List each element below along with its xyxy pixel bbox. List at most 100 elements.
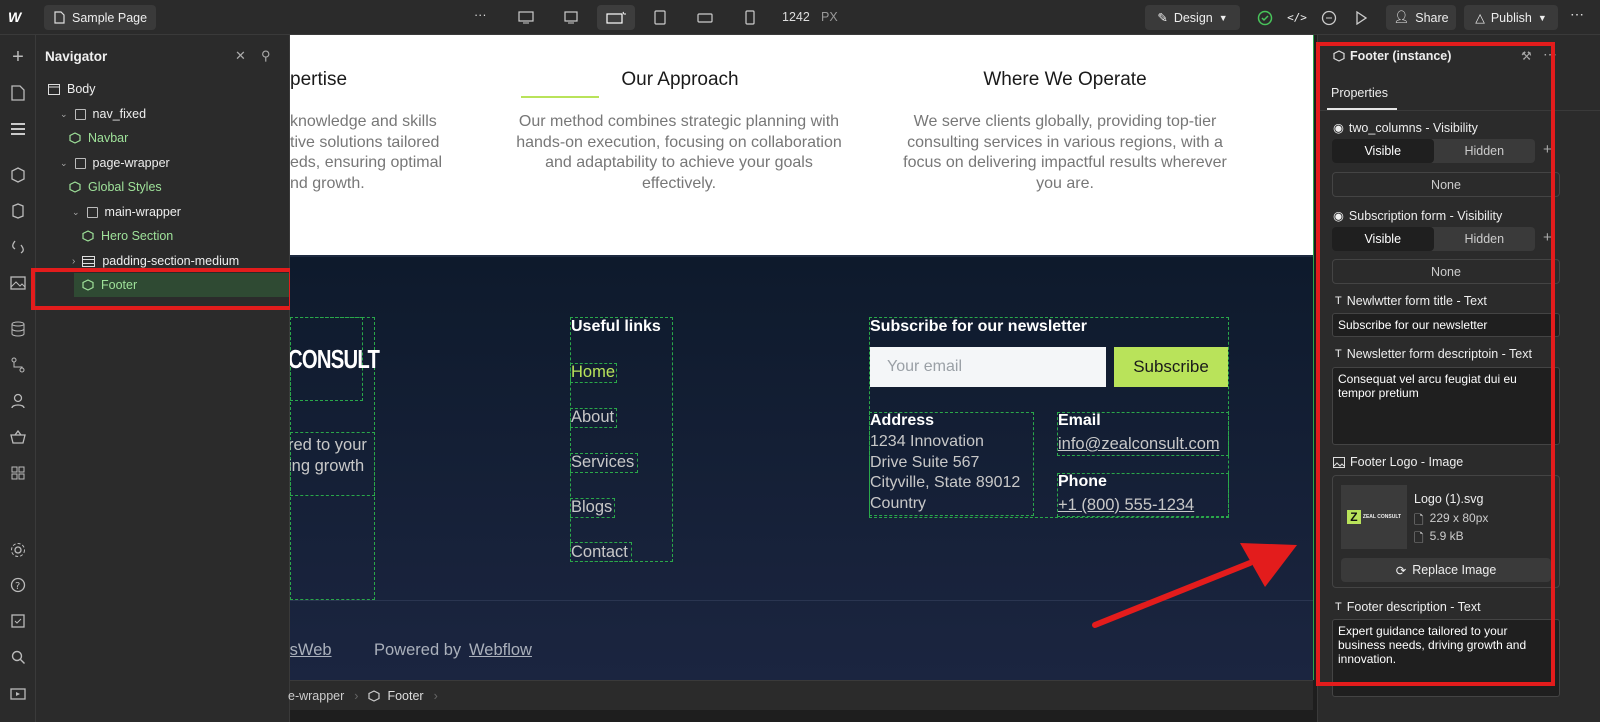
nav-item-main-wrapper[interactable]: ⌄ main-wrapper: [58, 200, 308, 224]
apps-icon[interactable]: [8, 463, 28, 483]
top-toolbar: W Sample Page ··· 1242 PX ✎ Design ▼ </>…: [0, 0, 1600, 35]
pin-icon[interactable]: ⚲: [261, 48, 271, 64]
ecommerce-icon[interactable]: [8, 427, 28, 447]
variables-icon[interactable]: [8, 237, 28, 257]
assets-icon[interactable]: [8, 201, 28, 221]
add-element-icon[interactable]: +: [8, 46, 28, 68]
settings-gear-icon[interactable]: [8, 540, 28, 560]
section-icon: [82, 255, 96, 267]
code-icon[interactable]: </>: [1286, 5, 1308, 30]
nav-item-label: Navbar: [88, 131, 129, 145]
newsletter-subscribe-button[interactable]: Subscribe: [1114, 347, 1228, 387]
check-status-icon[interactable]: [1254, 5, 1276, 30]
email-title: Email: [1058, 412, 1101, 429]
more-options-icon[interactable]: ···: [474, 8, 487, 22]
nav-item-page-wrapper[interactable]: ⌄ page-wrapper: [60, 151, 310, 175]
components-icon[interactable]: [8, 165, 28, 185]
footer-credit-link[interactable]: isWeb: [290, 641, 332, 660]
audit-checklist-icon[interactable]: [8, 611, 28, 631]
nav-item-label: Body: [67, 82, 96, 96]
address-text: 1234 Innovation Drive Suite 567 Cityvill…: [870, 432, 1020, 514]
nav-item-navbar[interactable]: Navbar: [69, 126, 319, 150]
component-icon: [82, 230, 94, 242]
tablet-breakpoint-icon[interactable]: [641, 5, 679, 30]
footer-link-home[interactable]: Home: [571, 363, 615, 382]
webflow-link[interactable]: Webflow: [469, 641, 532, 660]
footer-link-services[interactable]: Services: [571, 453, 634, 472]
component-icon: [368, 689, 381, 702]
address-line: 1234 Innovation: [870, 433, 984, 450]
breadcrumb-item[interactable]: e-wrapper: [288, 689, 344, 703]
div-block-icon: [86, 206, 98, 218]
footer-link-contact[interactable]: Contact: [571, 543, 628, 562]
rocket-icon: △: [1475, 11, 1485, 25]
users-icon[interactable]: [8, 391, 28, 411]
share-label: Share: [1415, 10, 1449, 25]
publish-button[interactable]: △ Publish ▼: [1464, 5, 1558, 30]
video-tutorials-icon[interactable]: [8, 683, 28, 703]
col1-desc-line: nd growth.: [290, 174, 365, 192]
col3-desc: We serve clients globally, providing top…: [903, 113, 1227, 192]
page-icon: [54, 11, 65, 24]
phone-title: Phone: [1058, 473, 1107, 490]
chevron-down-icon: ⌄: [60, 108, 68, 119]
chevron-down-icon: ⌄: [72, 206, 80, 217]
preview-play-icon[interactable]: [1350, 5, 1372, 30]
desktop-large-breakpoint-icon[interactable]: [507, 5, 545, 30]
chevron-right-icon: ›: [72, 255, 76, 267]
cms-icon[interactable]: [8, 319, 28, 339]
webflow-logo-icon[interactable]: W: [8, 9, 28, 25]
help-icon[interactable]: ?: [8, 575, 28, 595]
canvas-width-value[interactable]: 1242: [782, 10, 810, 24]
footer-description: red to your ing growth: [290, 435, 367, 476]
body-icon: [48, 83, 60, 95]
navigator-icon[interactable]: [8, 119, 28, 139]
footer-desc-line: ing growth: [290, 456, 365, 475]
nav-item-nav-fixed[interactable]: ⌄ nav_fixed: [60, 102, 310, 126]
image-assets-icon[interactable]: [8, 273, 28, 293]
phone-link[interactable]: +1 (800) 555-1234: [1058, 496, 1194, 515]
chevron-down-icon: ⌄: [60, 157, 68, 168]
address-line: Country: [870, 494, 927, 512]
nav-item-body[interactable]: Body: [48, 77, 298, 101]
design-mode-dropdown[interactable]: ✎ Design ▼: [1145, 5, 1240, 30]
breadcrumb-separator-icon: ›: [433, 688, 438, 703]
footer-link-about[interactable]: About: [571, 408, 614, 427]
mobile-landscape-breakpoint-icon[interactable]: [686, 5, 724, 30]
chevron-down-icon: ▼: [1537, 12, 1547, 23]
logic-flow-icon[interactable]: [8, 355, 28, 375]
powered-by-text: Powered by: [374, 641, 462, 659]
more-menu-icon[interactable]: ⋯: [1570, 6, 1584, 23]
component-icon: [69, 132, 81, 144]
mobile-breakpoint-icon[interactable]: [731, 5, 769, 30]
comment-icon[interactable]: [1318, 5, 1340, 30]
pages-icon[interactable]: [8, 83, 28, 103]
address-line: Cityville, State 89012: [870, 474, 1021, 491]
col2-desc: Our method combines strategic planning w…: [516, 113, 842, 192]
canvas-width-unit: PX: [821, 10, 838, 24]
user-icon: 👤︎: [1393, 10, 1410, 24]
annotation-arrow-icon: [1092, 543, 1297, 628]
breadcrumb-item[interactable]: Footer: [387, 689, 423, 703]
col3-title: Where We Operate: [983, 69, 1147, 90]
nav-item-global-styles[interactable]: Global Styles: [69, 175, 319, 199]
search-icon[interactable]: [8, 647, 28, 667]
close-icon[interactable]: ✕: [235, 48, 246, 64]
component-icon: [69, 181, 81, 193]
useful-links-title: Useful links: [571, 318, 661, 335]
email-link[interactable]: info@zealconsult.com: [1058, 435, 1220, 454]
col2-title: Our Approach: [621, 69, 739, 90]
publish-label: Publish: [1490, 10, 1532, 25]
nav-item-label: padding-section-medium: [102, 254, 240, 268]
newsletter-email-input[interactable]: Your email: [870, 347, 1106, 387]
footer-logo[interactable]: CONSULT: [290, 344, 380, 375]
newsletter-title: Subscribe for our newsletter: [870, 318, 1087, 335]
col1-desc-line: eds, ensuring optimal: [290, 154, 443, 171]
share-button[interactable]: 👤︎ Share: [1386, 5, 1456, 30]
address-line: Drive Suite 567: [870, 453, 980, 471]
footer-link-blogs[interactable]: Blogs: [571, 498, 612, 517]
desktop-breakpoint-icon[interactable]: [552, 5, 590, 30]
tablet-landscape-breakpoint-icon[interactable]: [597, 5, 635, 30]
page-selector-button[interactable]: Sample Page: [44, 5, 156, 30]
breadcrumb: e-wrapper › Footer ›: [288, 680, 1313, 710]
